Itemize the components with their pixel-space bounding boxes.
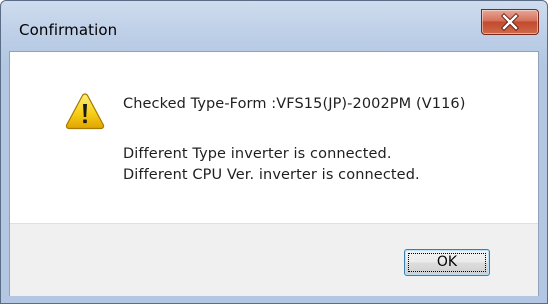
button-area: OK (10, 223, 538, 296)
dialog-detail-line: Different CPU Ver. inverter is connected… (123, 167, 420, 183)
dialog-detail-line: Different Type inverter is connected. (123, 146, 392, 162)
warning-icon (65, 93, 105, 130)
close-icon (501, 13, 519, 31)
ok-button[interactable]: OK (404, 249, 490, 276)
dialog-client-area: Checked Type-Form :VFS15(JP)-2002PM (V11… (9, 51, 539, 296)
confirmation-dialog: Confirmation Checked Type-Form:VFS15(JP… (0, 0, 548, 304)
message-area: Checked Type-Form :VFS15(JP)-2002PM (V11… (10, 52, 538, 223)
window-title: Confirmation (19, 21, 118, 39)
dialog-message: Checked Type-Form :VFS15(JP)-2002PM (V11… (123, 96, 466, 112)
ok-button-label: OK (436, 254, 458, 270)
close-button[interactable] (481, 9, 539, 35)
